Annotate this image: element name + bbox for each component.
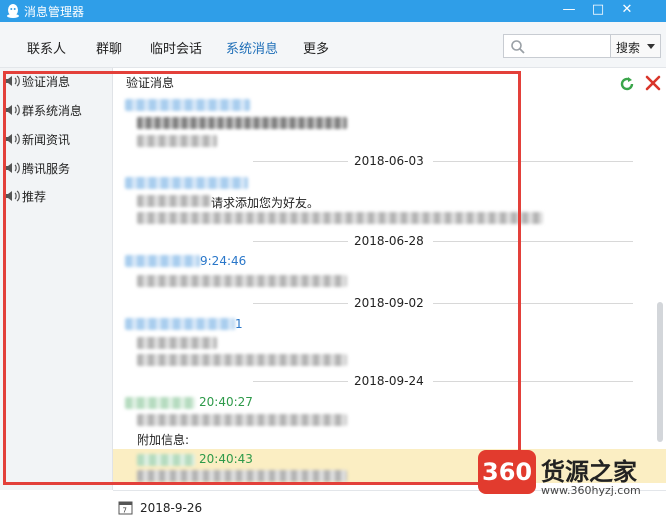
blurred-sender bbox=[125, 99, 250, 111]
blurred-sender bbox=[125, 255, 200, 267]
watermark-name: 货源之家 bbox=[541, 458, 637, 486]
tab-bar: 联系人 群聊 临时会话 系统消息 更多 搜索 bbox=[0, 22, 666, 68]
date-separator-label: 2018-06-03 bbox=[354, 154, 424, 168]
maximize-button[interactable]: □ bbox=[584, 0, 612, 22]
sidebar-item-label: 群系统消息 bbox=[22, 104, 83, 118]
message-time: 9:24:46 bbox=[200, 254, 247, 268]
blurred-text bbox=[137, 414, 347, 426]
speaker-icon bbox=[5, 104, 20, 116]
chevron-down-icon bbox=[647, 44, 655, 49]
speaker-icon bbox=[5, 190, 20, 202]
qq-logo-icon bbox=[7, 4, 19, 18]
close-button[interactable]: ✕ bbox=[613, 0, 641, 22]
date-separator: 2018-06-28 bbox=[253, 234, 633, 248]
message-list: 验证消息 2018-06-03 请求添加您为好友。 2018-06-28 9:2… bbox=[113, 68, 666, 490]
date-separator: 2018-09-02 bbox=[253, 296, 633, 310]
blurred-text bbox=[137, 212, 543, 224]
date-separator-label: 2018-09-02 bbox=[354, 296, 424, 310]
date-separator: 2018-09-24 bbox=[253, 374, 633, 388]
speaker-icon bbox=[5, 133, 20, 145]
watermark-badge-text: 360 bbox=[482, 458, 533, 486]
sidebar-item-news[interactable]: 新闻资讯 bbox=[4, 129, 109, 149]
blurred-text bbox=[137, 354, 347, 366]
sidebar-item-label: 验证消息 bbox=[22, 75, 71, 89]
scrollbar[interactable] bbox=[654, 92, 666, 490]
svg-text:7: 7 bbox=[123, 507, 127, 515]
speaker-icon bbox=[5, 75, 20, 87]
blurred-text bbox=[137, 275, 347, 287]
window-title: 消息管理器 bbox=[24, 5, 85, 19]
blurred-sender bbox=[125, 318, 235, 330]
message-time: 20:40:43 bbox=[199, 452, 253, 466]
blurred-sender bbox=[125, 177, 248, 189]
calendar-icon[interactable]: 7 bbox=[118, 500, 133, 515]
tab-group-chat[interactable]: 群聊 bbox=[96, 38, 122, 57]
tab-more[interactable]: 更多 bbox=[303, 38, 329, 57]
message-text: 请求添加您为好友。 bbox=[211, 196, 320, 210]
blurred-text bbox=[137, 337, 217, 349]
blurred-sender bbox=[137, 454, 195, 466]
sidebar-item-label: 推荐 bbox=[22, 190, 47, 204]
watermark-logo: 360 bbox=[478, 450, 536, 494]
tab-contacts[interactable]: 联系人 bbox=[27, 38, 66, 57]
search-icon bbox=[511, 40, 525, 54]
section-title: 验证消息 bbox=[126, 76, 175, 90]
date-separator-label: 2018-09-24 bbox=[354, 374, 424, 388]
scroll-thumb[interactable] bbox=[657, 302, 663, 442]
message-time: 20:40:27 bbox=[199, 395, 253, 409]
watermark-url: www.360hyzj.com bbox=[541, 484, 641, 497]
search-button-label: 搜索 bbox=[616, 41, 641, 55]
sidebar-item-verification[interactable]: 验证消息 bbox=[4, 71, 109, 91]
search-scope-dropdown[interactable]: 搜索 bbox=[611, 34, 661, 58]
refresh-icon[interactable] bbox=[618, 75, 636, 93]
tab-temp-session[interactable]: 临时会话 bbox=[150, 38, 202, 57]
sidebar-item-label: 新闻资讯 bbox=[22, 133, 71, 147]
blurred-text bbox=[137, 195, 211, 207]
selected-date: 2018-9-26 bbox=[140, 501, 203, 515]
tab-system-messages[interactable]: 系统消息 bbox=[226, 38, 278, 57]
blurred-text bbox=[137, 117, 347, 129]
extra-info-label: 附加信息: bbox=[137, 433, 190, 447]
sidebar-item-tencent-services[interactable]: 腾讯服务 bbox=[4, 158, 109, 178]
sidebar-item-label: 腾讯服务 bbox=[22, 162, 71, 176]
blurred-sender bbox=[125, 397, 195, 409]
sidebar-item-recommend[interactable]: 推荐 bbox=[4, 186, 109, 206]
blurred-text bbox=[137, 470, 347, 482]
message-time: 1 bbox=[235, 317, 243, 331]
blurred-text bbox=[137, 135, 217, 147]
speaker-icon bbox=[5, 162, 20, 174]
search-input[interactable] bbox=[503, 34, 611, 58]
date-separator-label: 2018-06-28 bbox=[354, 234, 424, 248]
title-bar: 消息管理器 — □ ✕ bbox=[0, 0, 666, 22]
sidebar-item-group-system[interactable]: 群系统消息 bbox=[4, 100, 109, 120]
minimize-button[interactable]: — bbox=[555, 0, 583, 22]
delete-icon[interactable] bbox=[644, 74, 662, 92]
date-separator: 2018-06-03 bbox=[253, 154, 633, 168]
sidebar: 验证消息 群系统消息 新闻资讯 腾讯服务 推荐 bbox=[0, 68, 113, 490]
